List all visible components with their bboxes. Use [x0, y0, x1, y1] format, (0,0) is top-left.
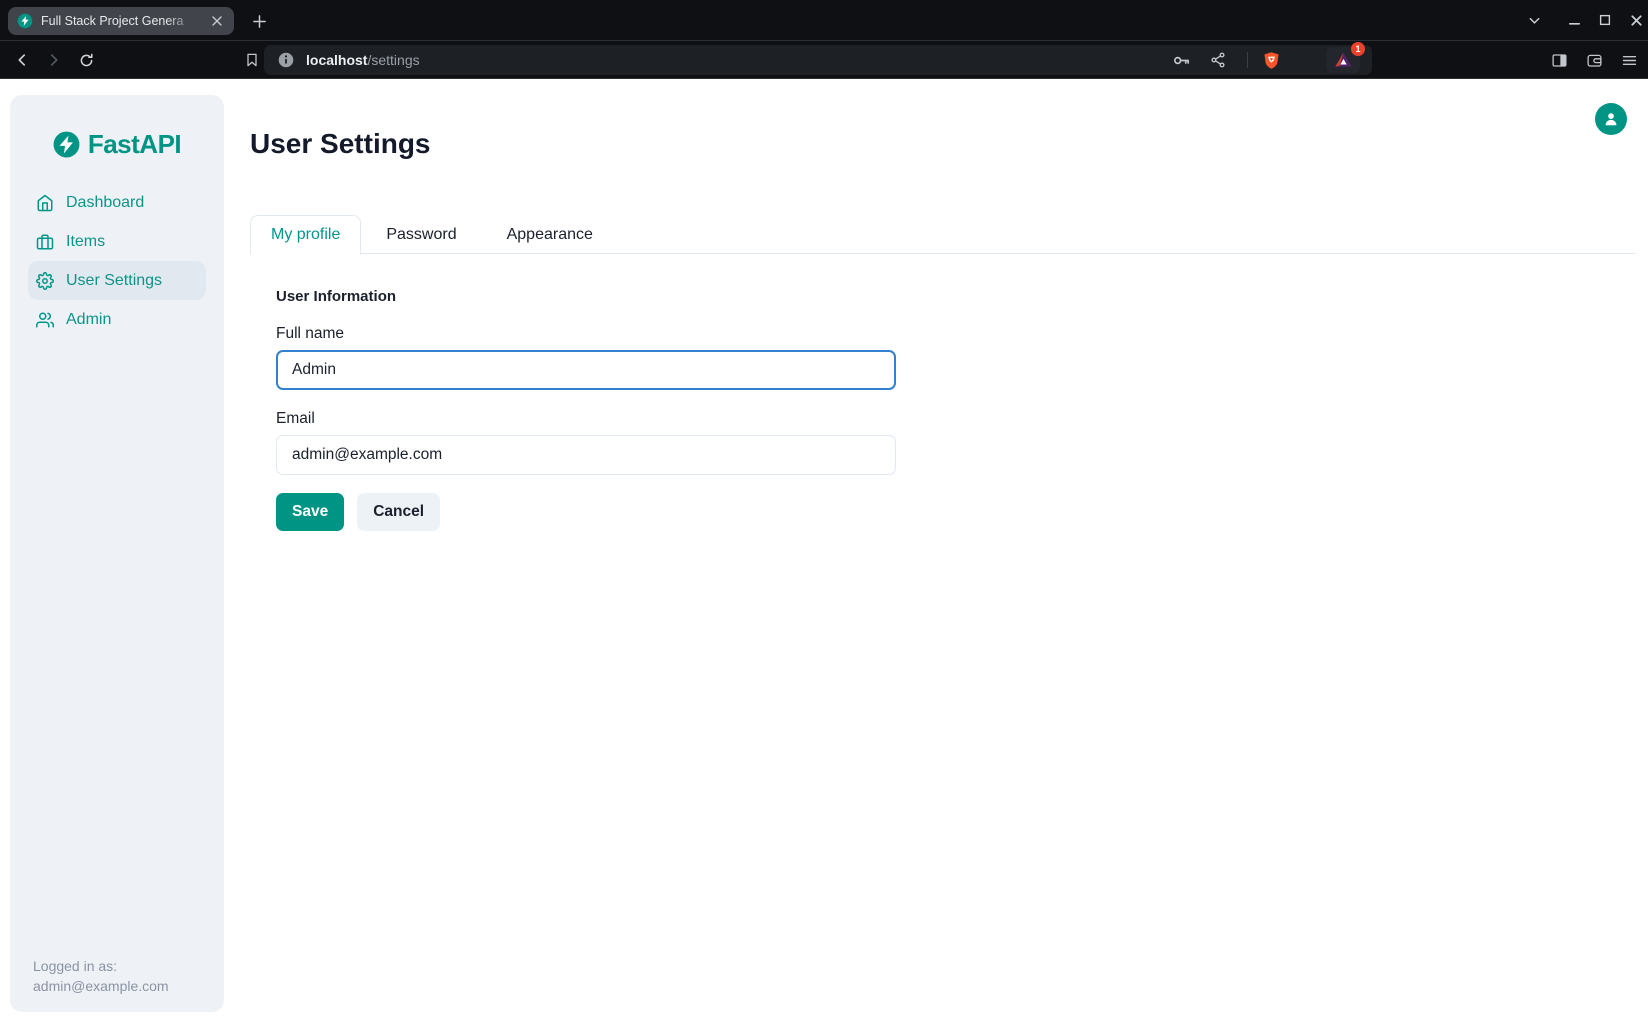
brave-shield-icon[interactable] — [1261, 50, 1282, 71]
email-input[interactable] — [276, 435, 896, 475]
reload-button[interactable] — [72, 46, 100, 74]
browser-chrome: Full Stack Project Genera — [0, 0, 1648, 79]
close-window-button[interactable] — [1626, 10, 1646, 30]
menu-icon[interactable] — [1615, 46, 1643, 74]
tab-appearance[interactable]: Appearance — [482, 215, 618, 254]
fastapi-favicon-icon — [17, 13, 33, 29]
cancel-button[interactable]: Cancel — [357, 493, 440, 531]
minimize-button[interactable] — [1564, 10, 1584, 30]
home-icon — [36, 194, 54, 212]
titlebar: Full Stack Project Genera — [0, 0, 1648, 40]
logged-in-info: Logged in as: admin@example.com — [33, 956, 169, 996]
toolbar-divider — [1247, 52, 1248, 68]
app-sidebar: FastAPI Dashboard Items User Settings — [10, 95, 224, 1012]
user-information-form: User Information Full name Email Save Ca… — [276, 288, 896, 531]
tab-title: Full Stack Project Genera — [41, 14, 201, 28]
bookmark-icon[interactable] — [238, 46, 266, 74]
gear-icon — [36, 272, 54, 290]
email-label: Email — [276, 410, 896, 428]
sidebar-item-label: Dashboard — [66, 194, 144, 212]
rewards-badge: 1 — [1351, 42, 1365, 56]
tab-close-icon[interactable] — [209, 13, 225, 29]
site-info-icon[interactable] — [278, 52, 294, 73]
sidebar-panel-icon[interactable] — [1545, 46, 1573, 74]
brand-name: FastAPI — [88, 129, 181, 160]
user-avatar-button[interactable] — [1595, 103, 1627, 135]
full-name-label: Full name — [276, 325, 896, 343]
fastapi-logo: FastAPI — [10, 129, 224, 160]
brave-rewards-button[interactable]: 1 — [1326, 47, 1360, 73]
sidebar-item-label: Items — [66, 233, 105, 251]
section-title: User Information — [276, 288, 896, 305]
brave-rewards-icon — [1334, 51, 1353, 69]
url-bar[interactable]: localhost/settings 1 — [264, 45, 1372, 75]
url-host: localhost — [306, 52, 367, 68]
new-tab-button[interactable] — [246, 8, 272, 34]
logged-in-label: Logged in as: — [33, 956, 169, 976]
browser-toolbar: localhost/settings 1 — [0, 40, 1648, 79]
forward-button[interactable] — [40, 46, 68, 74]
users-icon — [36, 311, 54, 329]
sidebar-item-admin[interactable]: Admin — [28, 300, 206, 339]
full-name-input[interactable] — [276, 350, 896, 390]
user-icon — [1601, 109, 1621, 129]
maximize-button[interactable] — [1595, 10, 1615, 30]
back-button[interactable] — [8, 46, 36, 74]
sidebar-item-label: User Settings — [66, 272, 162, 290]
sidebar-item-user-settings[interactable]: User Settings — [28, 261, 206, 300]
browser-tab[interactable]: Full Stack Project Genera — [8, 7, 234, 35]
tab-my-profile[interactable]: My profile — [250, 215, 361, 255]
form-actions: Save Cancel — [276, 493, 896, 531]
sidebar-item-dashboard[interactable]: Dashboard — [28, 183, 206, 222]
wallet-icon[interactable] — [1580, 46, 1608, 74]
tab-password[interactable]: Password — [361, 215, 481, 254]
key-icon[interactable] — [1172, 51, 1191, 70]
url-text[interactable]: localhost/settings — [306, 45, 420, 75]
tab-search-icon[interactable] — [1524, 10, 1544, 30]
settings-tabs: My profile Password Appearance — [250, 215, 618, 254]
fastapi-logo-icon — [53, 131, 80, 158]
url-path: /settings — [367, 52, 419, 68]
browser-window: Full Stack Project Genera — [0, 0, 1648, 1025]
save-button[interactable]: Save — [276, 493, 344, 531]
logged-in-email: admin@example.com — [33, 976, 169, 996]
sidebar-item-label: Admin — [66, 311, 111, 329]
share-icon[interactable] — [1209, 51, 1228, 70]
sidebar-item-items[interactable]: Items — [28, 222, 206, 261]
sidebar-nav: Dashboard Items User Settings Admin — [28, 183, 206, 339]
page-title: User Settings — [250, 128, 431, 160]
briefcase-icon — [36, 233, 54, 251]
